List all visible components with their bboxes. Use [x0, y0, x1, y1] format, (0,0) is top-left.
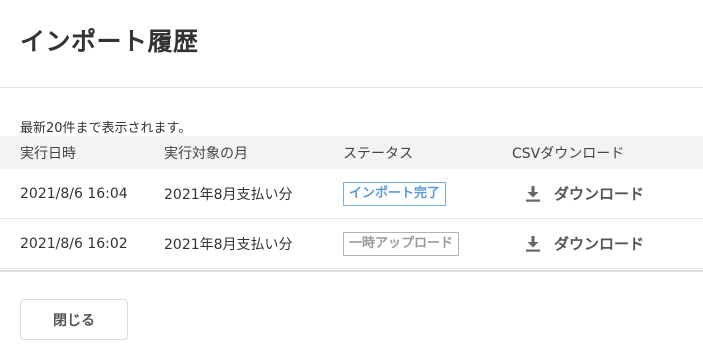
import-history-dialog: インポート履歴 最新20件まで表示されます。 実行日時 実行対象の月 ステータス… — [0, 0, 703, 359]
dialog-title: インポート履歴 — [20, 27, 199, 56]
row-datetime: 2021/8/6 16:02 — [20, 235, 128, 252]
download-button[interactable]: ダウンロード — [524, 233, 644, 254]
download-icon — [524, 185, 542, 203]
download-button[interactable]: ダウンロード — [524, 183, 644, 204]
import-history-table: 実行日時 実行対象の月 ステータス CSVダウンロード 2021/8/6 16:… — [0, 136, 703, 269]
table-row: 2021/8/6 16:04 2021年8月支払い分 インポート完了 ダウンロー… — [0, 169, 703, 219]
table-header: 実行日時 実行対象の月 ステータス CSVダウンロード — [0, 136, 703, 169]
status-badge: インポート完了 — [343, 181, 447, 206]
header-divider — [0, 87, 703, 88]
header-datetime: 実行日時 — [20, 145, 76, 162]
display-limit-note: 最新20件まで表示されます。 — [20, 121, 192, 136]
status-badge-label: 一時アップロード — [343, 231, 460, 256]
table-row: 2021/8/6 16:02 2021年8月支払い分 一時アップロード ダウンロ… — [0, 219, 703, 269]
close-button[interactable]: 閉じる — [20, 299, 128, 340]
row-target-month: 2021年8月支払い分 — [164, 186, 293, 203]
header-status: ステータス — [343, 145, 413, 162]
download-label: ダウンロード — [554, 185, 645, 203]
status-badge-label: インポート完了 — [343, 181, 447, 206]
row-datetime: 2021/8/6 16:04 — [20, 185, 128, 202]
status-badge: 一時アップロード — [343, 231, 460, 256]
table-bottom-divider — [0, 270, 703, 272]
row-target-month: 2021年8月支払い分 — [164, 236, 293, 253]
header-csv-download: CSVダウンロード — [512, 145, 625, 162]
download-label: ダウンロード — [554, 235, 645, 253]
header-target-month: 実行対象の月 — [164, 145, 248, 162]
download-icon — [524, 235, 542, 253]
